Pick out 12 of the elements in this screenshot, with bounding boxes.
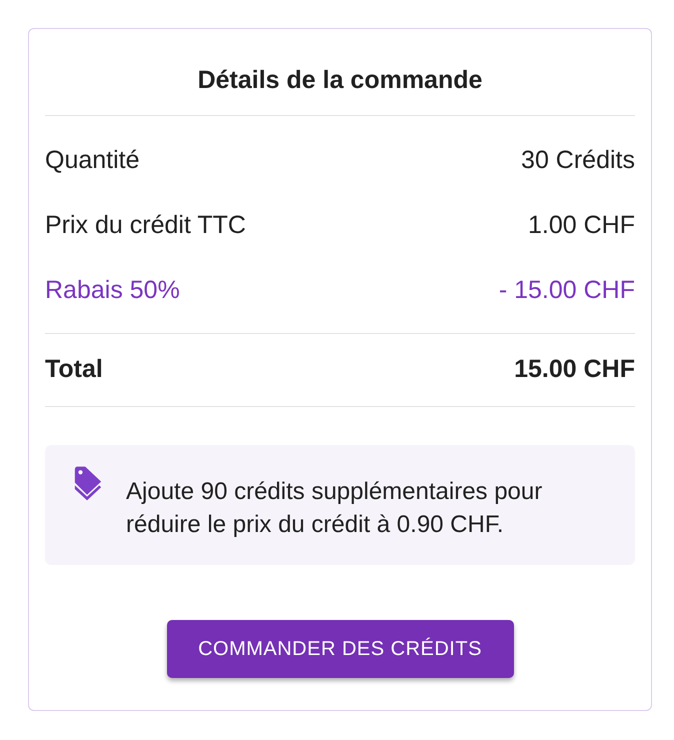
order-credits-button[interactable]: COMMANDER DES CRÉDITS	[166, 620, 514, 678]
card-title: Détails de la commande	[196, 65, 484, 96]
tip-text: Ajoute 90 crédits supplémentaires pour réduire le prix du crédit à 0.90 CHF.	[126, 477, 544, 540]
discount-value: - 15.00 CHF	[498, 274, 635, 306]
total-label: Total	[45, 354, 103, 386]
row-label: Quantité	[45, 144, 140, 176]
tags-icon	[73, 466, 103, 501]
total-value: 15.00 CHF	[514, 354, 635, 386]
row-value: 30 Crédits	[521, 144, 635, 176]
discount-label: Rabais 50%	[45, 274, 180, 306]
row-value: 1.00 CHF	[528, 210, 635, 241]
row-label: Prix du crédit TTC	[45, 210, 246, 241]
